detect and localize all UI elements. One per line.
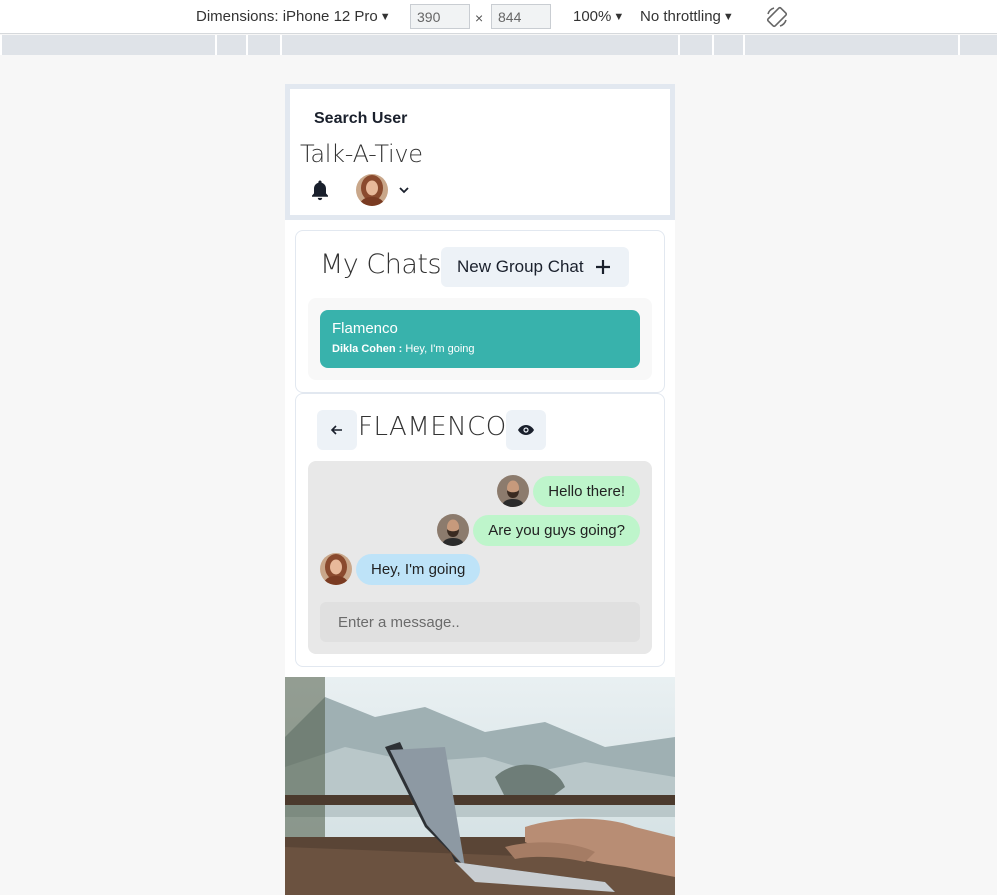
search-user-label: Search User (314, 110, 408, 127)
back-button[interactable] (317, 410, 357, 450)
app-header: Search User Talk-A-Tive (285, 84, 675, 220)
device-dimensions-label: Dimensions: iPhone 12 Pro (196, 8, 378, 25)
my-chats-panel: My Chats New Group Chat Flamenco Dikla C… (295, 230, 665, 393)
throttling-label: No throttling (640, 8, 721, 25)
chat-item-message: Hey, I'm going (405, 343, 475, 355)
ruler-segment[interactable] (217, 35, 246, 55)
messages-area: Hello there! Are you guys going? Hey, I'… (308, 461, 652, 654)
ruler-segment[interactable] (282, 35, 678, 55)
view-group-button[interactable] (506, 410, 546, 450)
ruler-segment[interactable] (960, 35, 997, 55)
ruler-segment[interactable] (248, 35, 280, 55)
new-group-chat-button[interactable]: New Group Chat (441, 247, 629, 287)
devtools-toolbar: Dimensions: iPhone 12 Pro ▼ 390 × 844 100… (0, 0, 997, 34)
device-height-input[interactable]: 844 (491, 4, 551, 29)
chat-item-name: Flamenco (332, 320, 398, 337)
caret-down-icon: ▼ (379, 11, 391, 23)
app-brand: Talk-A-Tive (300, 140, 423, 168)
sender-avatar[interactable] (320, 553, 352, 585)
eye-icon (518, 425, 534, 435)
bell-icon[interactable] (310, 179, 330, 201)
ruler-segment[interactable] (680, 35, 712, 55)
message-row: Are you guys going? (437, 514, 640, 546)
message-bubble: Are you guys going? (473, 514, 640, 546)
search-user-button[interactable]: Search User (308, 103, 448, 135)
arrow-left-icon (330, 425, 342, 435)
sender-avatar[interactable] (437, 514, 470, 546)
my-chats-title: My Chats (320, 249, 442, 280)
message-row: Hey, I'm going (320, 553, 481, 585)
plus-icon (595, 260, 610, 274)
chat-item-sender: Dikla Cohen : (332, 343, 403, 355)
caret-down-icon: ▼ (613, 11, 625, 23)
zoom-select[interactable]: 100% ▼ (573, 8, 624, 25)
dimension-separator: × (475, 10, 484, 26)
throttling-select[interactable]: No throttling ▼ (640, 8, 734, 25)
media-query-ruler (0, 35, 997, 55)
chat-item-flamenco[interactable]: Flamenco Dikla Cohen : Hey, I'm going (320, 310, 640, 368)
caret-down-icon: ▼ (722, 11, 734, 23)
chevron-down-icon[interactable] (398, 185, 410, 195)
ruler-segment[interactable] (745, 35, 958, 55)
chat-title: FLAMENCO (358, 412, 507, 442)
message-row: Hello there! (497, 475, 640, 507)
rotate-icon[interactable] (765, 5, 789, 29)
chat-item-latest-message: Dikla Cohen : Hey, I'm going (332, 343, 628, 355)
sender-avatar[interactable] (497, 475, 530, 507)
zoom-label: 100% (573, 8, 612, 25)
message-bubble: Hello there! (533, 475, 640, 507)
message-bubble: Hey, I'm going (356, 553, 481, 585)
new-group-chat-label: New Group Chat (457, 257, 584, 276)
message-input[interactable] (320, 602, 640, 642)
background-photo (285, 677, 675, 895)
device-viewport: Search User Talk-A-Tive My Chats New Gro… (285, 84, 675, 895)
ruler-segment[interactable] (714, 35, 743, 55)
device-dimensions-select[interactable]: Dimensions: iPhone 12 Pro ▼ (196, 8, 391, 25)
single-chat-panel: FLAMENCO Hello there! Are you guys going… (295, 393, 665, 667)
chat-list: Flamenco Dikla Cohen : Hey, I'm going (308, 298, 652, 380)
device-width-input[interactable]: 390 (410, 4, 470, 29)
ruler-segment[interactable] (2, 35, 215, 55)
user-avatar[interactable] (356, 174, 388, 206)
